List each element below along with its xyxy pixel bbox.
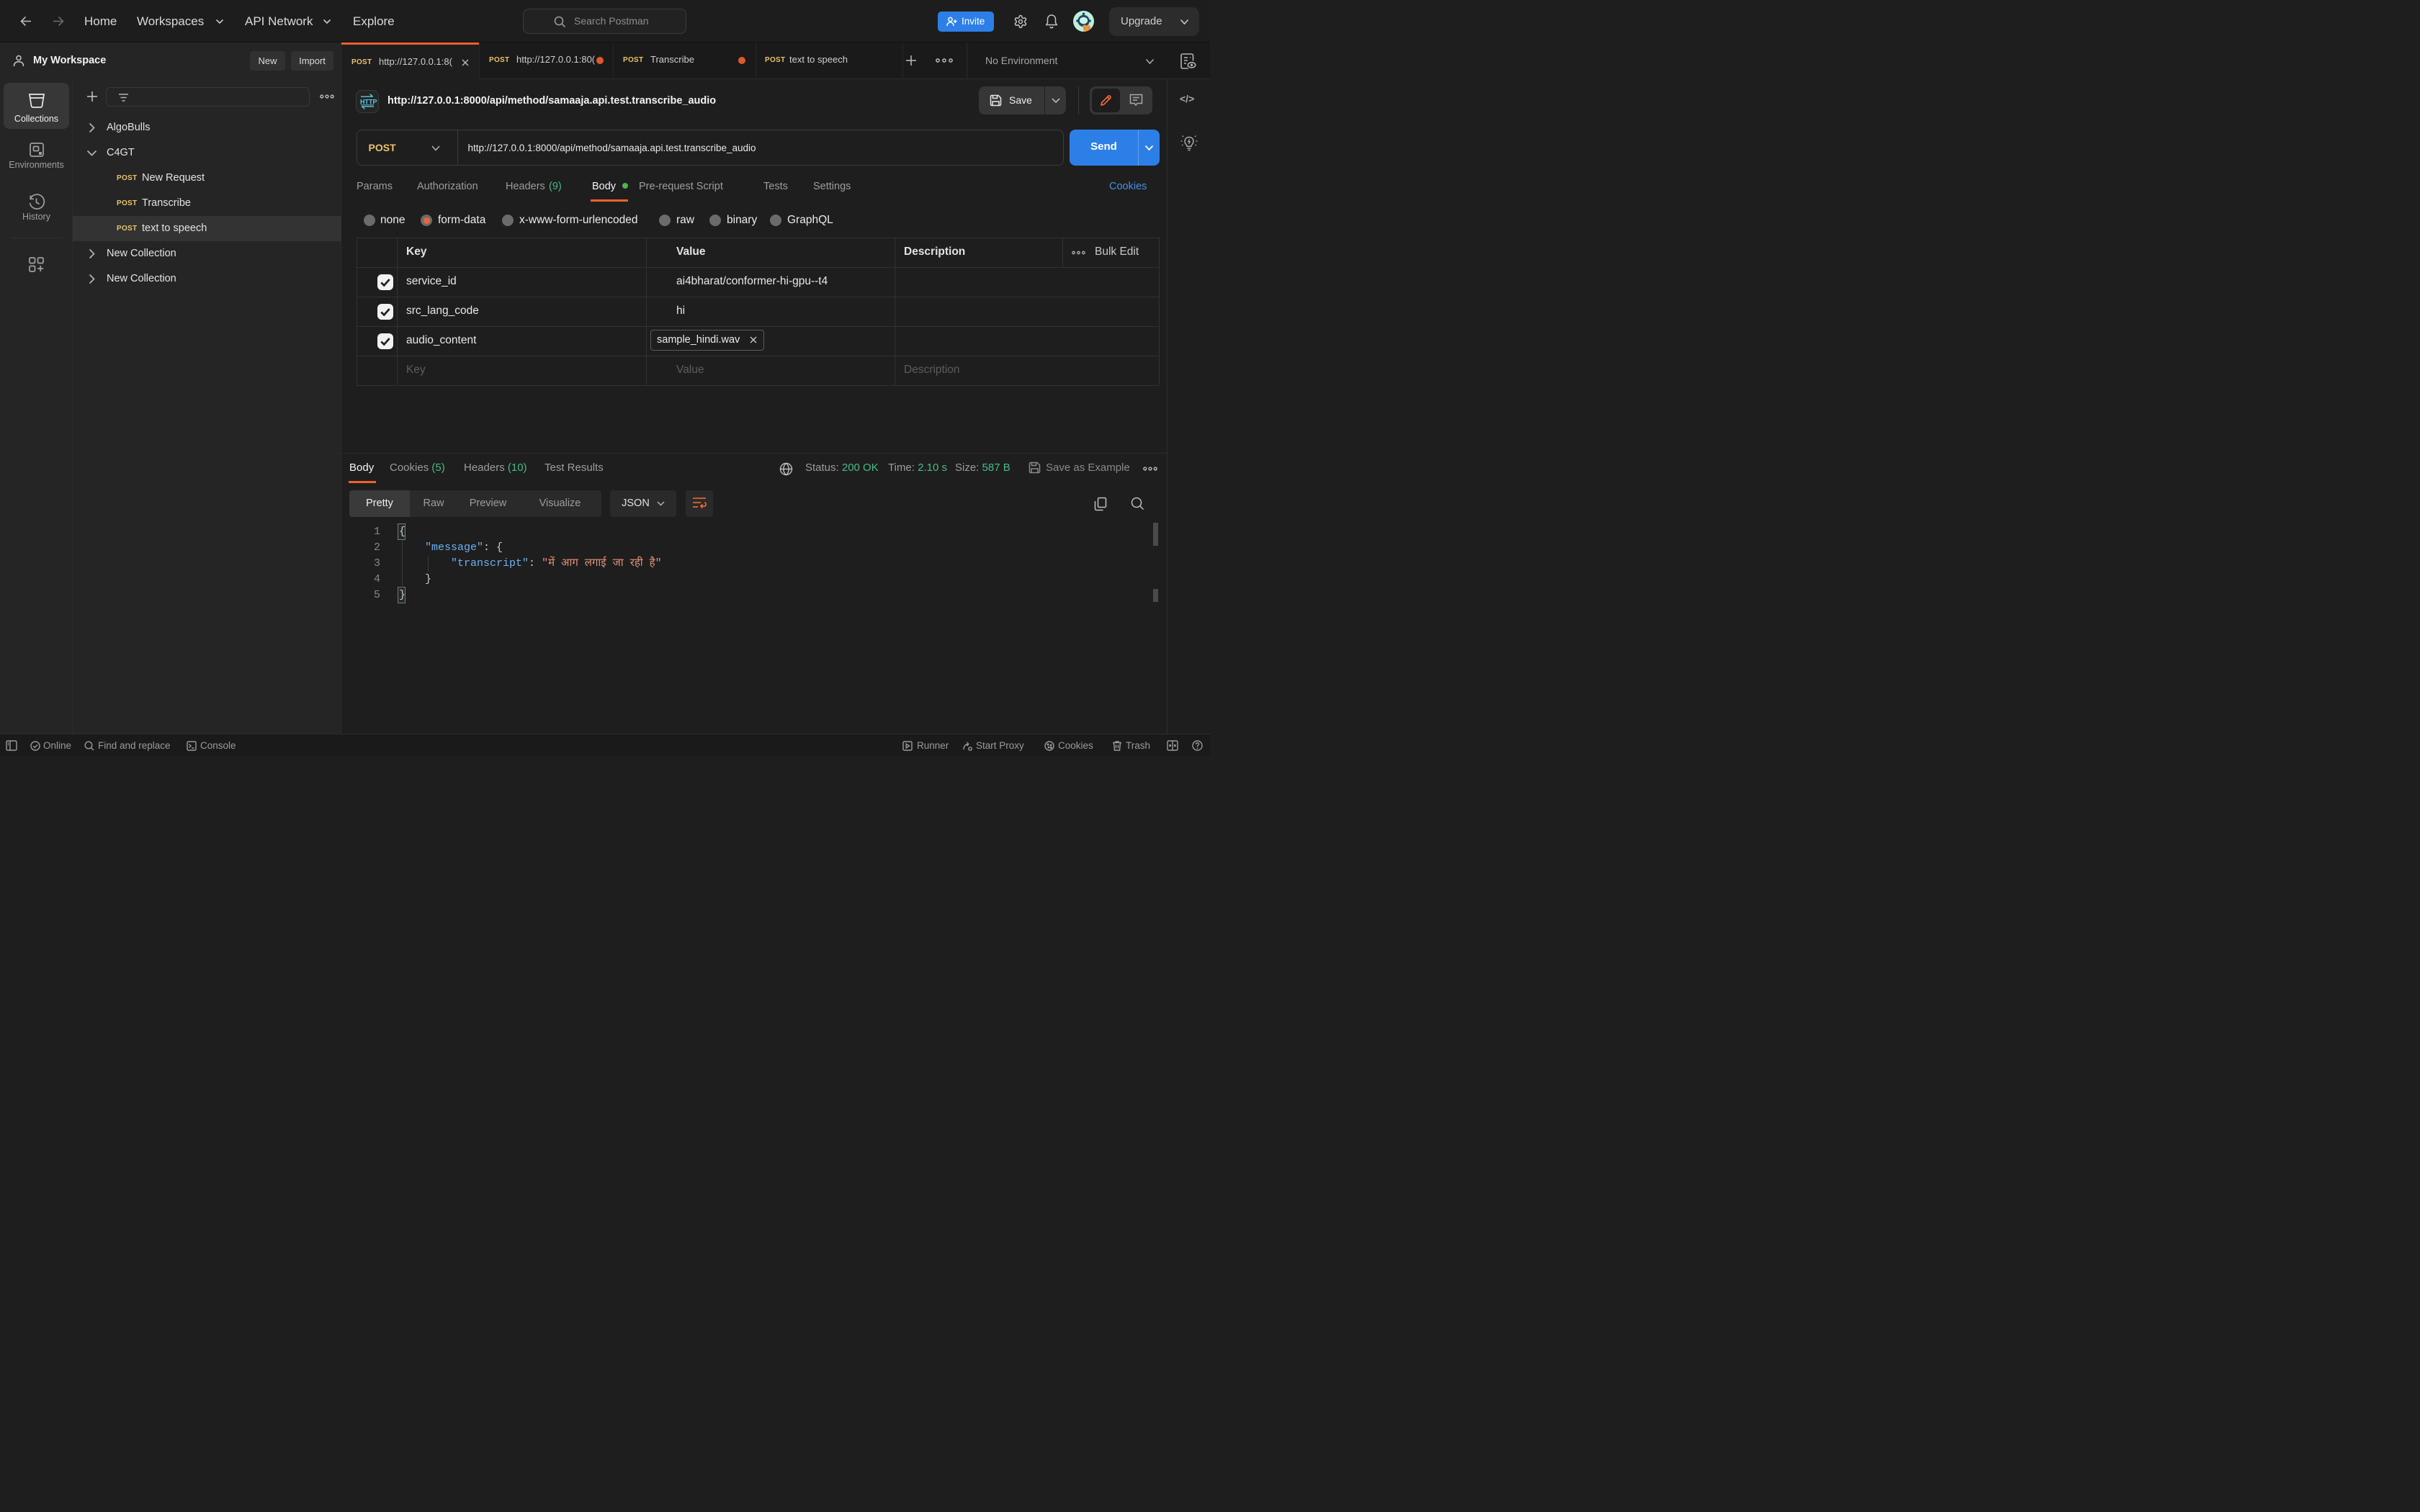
svg-text:HTTP: HTTP [360,98,377,105]
